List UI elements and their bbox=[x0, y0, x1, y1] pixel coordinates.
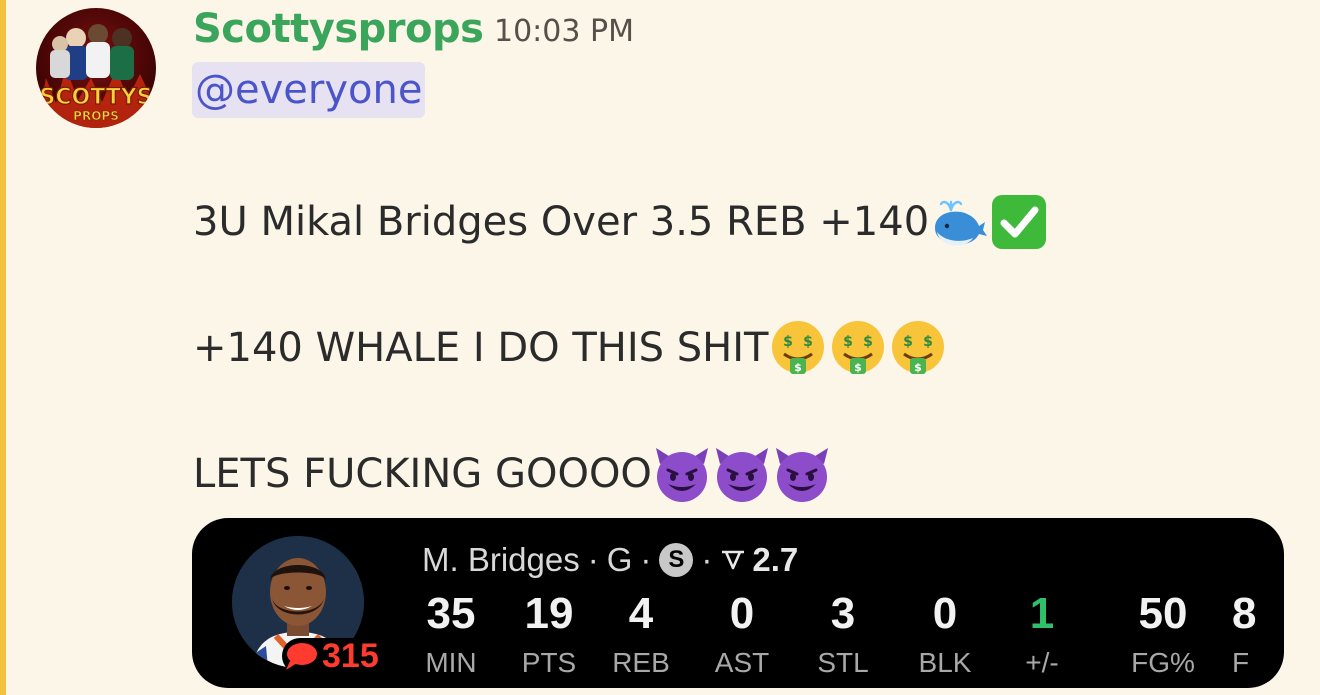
avatar-logo-subtext: PROPS bbox=[73, 109, 119, 123]
svg-text:$: $ bbox=[795, 361, 803, 374]
message-line-text: +140 WHALE I DO THIS SHIT bbox=[193, 325, 769, 371]
avatar-graphic: SCOTTYS PROPS bbox=[36, 24, 156, 128]
stat-value: 0 bbox=[729, 589, 755, 638]
stat-ft-partial: 8 F bbox=[1232, 588, 1284, 680]
message-line: 3U Mikal Bridges Over 3.5 REB +140 bbox=[193, 192, 1049, 252]
message-line-text: 3U Mikal Bridges Over 3.5 REB +140 bbox=[193, 199, 930, 245]
stat-value: 35 bbox=[426, 589, 476, 638]
svg-text:$: $ bbox=[844, 334, 854, 350]
separator-dot: · bbox=[701, 541, 713, 578]
speech-bubble-icon bbox=[286, 643, 317, 670]
svg-text:$: $ bbox=[924, 334, 934, 350]
stat-blk: 0 BLK bbox=[890, 588, 1000, 680]
stat-value: 1 bbox=[1029, 589, 1055, 638]
svg-text:$: $ bbox=[804, 334, 814, 350]
check-mark-button-icon bbox=[992, 195, 1047, 249]
stat-ast: 0 AST bbox=[687, 588, 797, 680]
message-line: +140 WHALE I DO THIS SHIT $ $ $ $ $ $ $ … bbox=[193, 318, 948, 378]
player-header: M. Bridges · G · S · 2.7 bbox=[422, 538, 798, 582]
stat-label: BLK bbox=[918, 647, 972, 678]
player-name: M. Bridges bbox=[422, 541, 580, 578]
trend-down-icon bbox=[722, 550, 745, 570]
stat-stl: 3 STL bbox=[788, 588, 898, 680]
starter-badge: S bbox=[659, 543, 694, 577]
svg-text:$: $ bbox=[784, 334, 794, 350]
message-line: LETS FUCKING GOOOO bbox=[193, 444, 832, 504]
stat-label: MIN bbox=[425, 647, 477, 678]
player-position: G bbox=[606, 541, 633, 578]
money-mouth-face-icon: $ $ $ bbox=[892, 321, 945, 374]
stat-reb: 4 REB bbox=[586, 588, 696, 680]
stat-label: +/- bbox=[1025, 647, 1059, 678]
everyone-mention[interactable]: @everyone bbox=[192, 62, 426, 118]
whale-icon bbox=[935, 200, 988, 246]
comment-count: 315 bbox=[322, 637, 379, 675]
stat-fg-pct: 50 FG% bbox=[1108, 588, 1218, 680]
stat-value: 8 bbox=[1232, 589, 1257, 638]
stat-label: F bbox=[1232, 647, 1250, 678]
separator-dot: · bbox=[587, 541, 599, 578]
svg-text:$: $ bbox=[864, 334, 874, 350]
svg-text:$: $ bbox=[855, 361, 863, 374]
smiling-devil-icon bbox=[715, 448, 768, 502]
mention-highlight-bar bbox=[0, 0, 6, 695]
money-mouth-face-icon: $ $ $ bbox=[772, 321, 825, 374]
message-line-text: LETS FUCKING GOOOO bbox=[193, 451, 652, 497]
stat-min: 35 MIN bbox=[396, 588, 506, 680]
stat-value: 3 bbox=[830, 589, 856, 638]
stat-value: 50 bbox=[1138, 589, 1188, 638]
player-stat-card-attachment[interactable]: 315 M. Bridges · G · S · 2.7 35 MIN 19 P… bbox=[192, 518, 1284, 688]
separator-dot: · bbox=[640, 541, 652, 578]
message-timestamp[interactable]: 10:03 PM bbox=[494, 12, 634, 52]
stat-plus-minus: 1 +/- bbox=[987, 588, 1097, 680]
stat-value: 0 bbox=[932, 589, 958, 638]
stat-label: REB bbox=[612, 647, 670, 678]
stat-value: 4 bbox=[628, 589, 654, 638]
avatar-logo-text: SCOTTYS bbox=[40, 85, 153, 110]
money-mouth-face-icon: $ $ $ bbox=[832, 321, 885, 374]
smiling-devil-icon bbox=[655, 448, 708, 502]
svg-text:$: $ bbox=[904, 334, 914, 350]
comment-count-badge[interactable]: 315 bbox=[282, 638, 385, 674]
stat-label: AST bbox=[714, 647, 770, 678]
author-username[interactable]: Scottysprops bbox=[193, 4, 484, 54]
stat-label: FG% bbox=[1131, 647, 1195, 678]
trend-value: 2.7 bbox=[752, 541, 799, 578]
author-avatar[interactable]: SCOTTYS PROPS bbox=[36, 8, 156, 128]
svg-text:$: $ bbox=[915, 361, 923, 374]
chat-message-view: SCOTTYS PROPS Scottysprops 10:03 PM @eve… bbox=[0, 0, 1320, 695]
smiling-devil-icon bbox=[775, 448, 828, 502]
stat-label: STL bbox=[817, 647, 869, 678]
